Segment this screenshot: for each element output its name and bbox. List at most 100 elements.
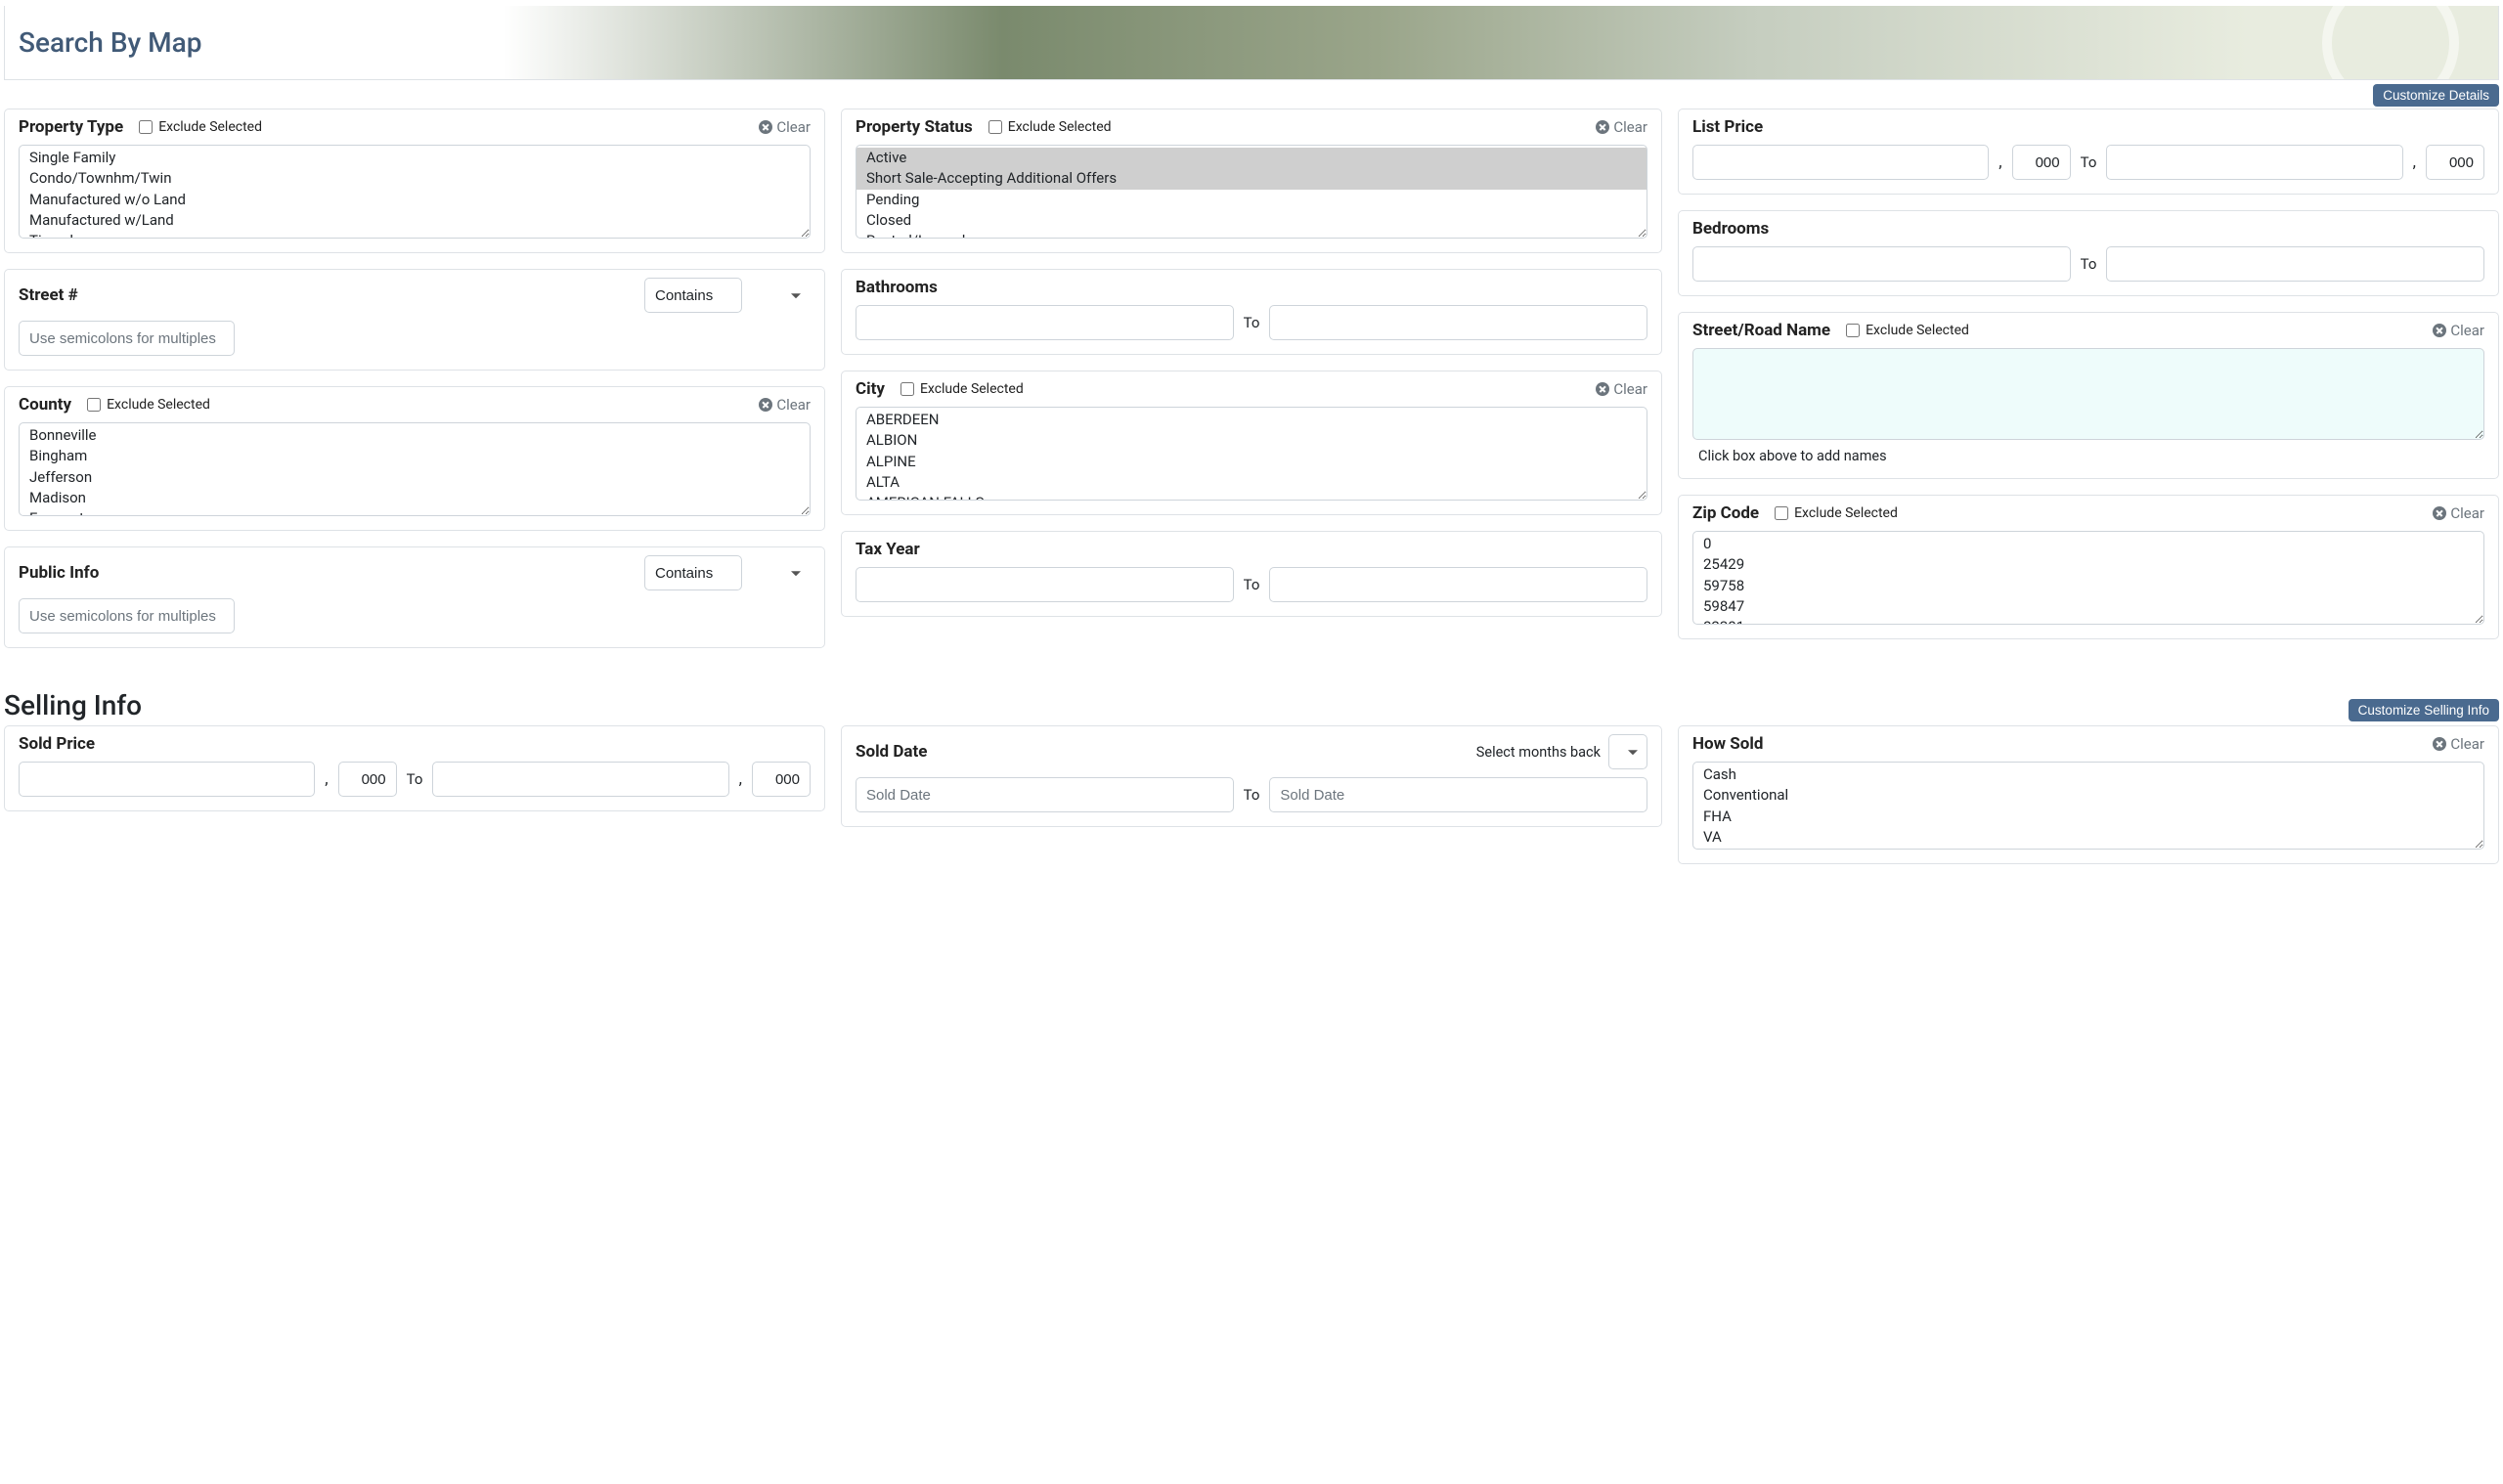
tax-year-to-input[interactable]: [1269, 567, 1647, 602]
to-label: To: [1244, 576, 1260, 593]
list-item[interactable]: ALPINE: [856, 452, 1647, 472]
list-item[interactable]: Short Sale-Accepting Additional Offers: [856, 168, 1647, 189]
zip-code-exclude[interactable]: Exclude Selected: [1775, 505, 1898, 521]
county-exclude-checkbox[interactable]: [87, 398, 101, 412]
list-item[interactable]: 59847: [1693, 596, 2483, 617]
select-months-back[interactable]: [1608, 734, 1647, 769]
list-item[interactable]: 82301: [1693, 617, 2483, 624]
selling-section-title: Selling Info: [4, 689, 142, 721]
public-info-match-select[interactable]: Contains: [644, 555, 742, 590]
city-clear[interactable]: Clear: [1596, 380, 1647, 398]
property-status-exclude-checkbox[interactable]: [988, 120, 1002, 134]
list-item[interactable]: Cash: [1693, 764, 2483, 785]
list-item[interactable]: Timeshare: [20, 231, 810, 238]
county-listbox[interactable]: Bonneville Bingham Jefferson Madison Fre…: [19, 422, 811, 516]
city-exclude[interactable]: Exclude Selected: [900, 381, 1024, 397]
list-item[interactable]: Closed: [856, 210, 1647, 231]
public-info-input[interactable]: [19, 598, 235, 633]
to-label: To: [2081, 153, 2097, 171]
property-status-listbox[interactable]: Active Short Sale-Accepting Additional O…: [856, 145, 1647, 239]
list-price-from-input[interactable]: [1692, 145, 1989, 180]
street-number-panel: Street # Contains: [4, 269, 825, 371]
sold-date-to-input[interactable]: [1269, 777, 1647, 812]
list-item[interactable]: Rented/Leased: [856, 231, 1647, 238]
list-item[interactable]: Manufactured w/o Land: [20, 190, 810, 210]
bedrooms-to-input[interactable]: [2106, 246, 2484, 282]
county-exclude[interactable]: Exclude Selected: [87, 397, 210, 413]
zip-code-clear[interactable]: Clear: [2433, 504, 2484, 522]
list-item[interactable]: 25429: [1693, 554, 2483, 575]
list-item[interactable]: Active: [856, 148, 1647, 168]
list-item[interactable]: Formal Assumption: [1693, 848, 2483, 849]
list-item[interactable]: VA: [1693, 827, 2483, 848]
customize-selling-button[interactable]: Customize Selling Info: [2349, 699, 2499, 721]
list-item[interactable]: Jefferson: [20, 467, 810, 488]
list-item[interactable]: Bonneville: [20, 425, 810, 446]
county-clear[interactable]: Clear: [759, 396, 811, 414]
property-status-exclude[interactable]: Exclude Selected: [988, 119, 1112, 135]
list-item[interactable]: Manufactured w/Land: [20, 210, 810, 231]
grid-col-1: Property Type Exclude Selected Clear Sin…: [4, 109, 825, 648]
bathrooms-from-input[interactable]: [856, 305, 1234, 340]
list-item[interactable]: 59758: [1693, 576, 2483, 596]
bathrooms-to-input[interactable]: [1269, 305, 1647, 340]
property-type-panel: Property Type Exclude Selected Clear Sin…: [4, 109, 825, 253]
list-item[interactable]: Bingham: [20, 446, 810, 466]
select-months-back-label: Select months back: [1476, 744, 1601, 761]
sold-price-to-thousands[interactable]: [752, 762, 811, 797]
sold-price-from-input[interactable]: [19, 762, 315, 797]
list-item[interactable]: Pending: [856, 190, 1647, 210]
street-road-textarea[interactable]: [1692, 348, 2484, 440]
list-item[interactable]: Conventional: [1693, 785, 2483, 806]
selling-col-2: Sold Date Select months back To: [841, 725, 1662, 864]
comma: ,: [739, 769, 742, 789]
how-sold-clear[interactable]: Clear: [2433, 735, 2484, 753]
property-type-exclude-checkbox[interactable]: [139, 120, 153, 134]
list-item[interactable]: AMERICAN FALLS: [856, 493, 1647, 500]
bedrooms-panel: Bedrooms To: [1678, 210, 2499, 296]
zip-code-listbox[interactable]: 0 25429 59758 59847 82301 82302: [1692, 531, 2484, 625]
list-item[interactable]: ABERDEEN: [856, 410, 1647, 430]
property-type-clear[interactable]: Clear: [759, 118, 811, 136]
list-item[interactable]: Madison: [20, 488, 810, 508]
to-label: To: [2081, 255, 2097, 273]
tax-year-from-input[interactable]: [856, 567, 1234, 602]
bathrooms-title: Bathrooms: [856, 278, 938, 297]
list-price-from-thousands[interactable]: [2012, 145, 2071, 180]
property-type-exclude[interactable]: Exclude Selected: [139, 119, 262, 135]
list-item[interactable]: Condo/Townhm/Twin: [20, 168, 810, 189]
street-number-match-select[interactable]: Contains: [644, 278, 742, 313]
details-grid: Property Type Exclude Selected Clear Sin…: [0, 109, 2503, 648]
list-item[interactable]: 0: [1693, 534, 2483, 554]
list-item[interactable]: Single Family: [20, 148, 810, 168]
sold-price-to-input[interactable]: [432, 762, 728, 797]
close-icon: [2433, 506, 2446, 520]
property-status-clear[interactable]: Clear: [1596, 118, 1647, 136]
street-number-input[interactable]: [19, 321, 235, 356]
city-listbox[interactable]: ABERDEEN ALBION ALPINE ALTA AMERICAN FAL…: [856, 407, 1647, 501]
street-road-exclude-checkbox[interactable]: [1846, 324, 1860, 337]
list-price-to-thousands[interactable]: [2426, 145, 2484, 180]
grid-col-3: List Price , To , Bedrooms To: [1678, 109, 2499, 648]
list-item[interactable]: ALBION: [856, 430, 1647, 451]
list-item[interactable]: Fremont: [20, 508, 810, 515]
street-road-exclude[interactable]: Exclude Selected: [1846, 323, 1969, 338]
street-road-clear[interactable]: Clear: [2433, 322, 2484, 339]
list-item[interactable]: FHA: [1693, 807, 2483, 827]
county-title: County: [19, 395, 71, 415]
how-sold-title: How Sold: [1692, 734, 1763, 754]
property-type-listbox[interactable]: Single Family Condo/Townhm/Twin Manufact…: [19, 145, 811, 239]
grid-col-2: Property Status Exclude Selected Clear A…: [841, 109, 1662, 648]
street-road-title: Street/Road Name: [1692, 321, 1830, 340]
sold-date-from-input[interactable]: [856, 777, 1234, 812]
selling-col-3: How Sold Clear Cash Conventional FHA VA …: [1678, 725, 2499, 864]
how-sold-listbox[interactable]: Cash Conventional FHA VA Formal Assumpti…: [1692, 762, 2484, 850]
list-item[interactable]: ALTA: [856, 472, 1647, 493]
chevron-down-icon: [791, 293, 801, 298]
bedrooms-from-input[interactable]: [1692, 246, 2071, 282]
list-price-to-input[interactable]: [2106, 145, 2402, 180]
customize-details-button[interactable]: Customize Details: [2373, 84, 2499, 107]
zip-code-exclude-checkbox[interactable]: [1775, 506, 1788, 520]
city-exclude-checkbox[interactable]: [900, 382, 914, 396]
sold-price-from-thousands[interactable]: [338, 762, 397, 797]
